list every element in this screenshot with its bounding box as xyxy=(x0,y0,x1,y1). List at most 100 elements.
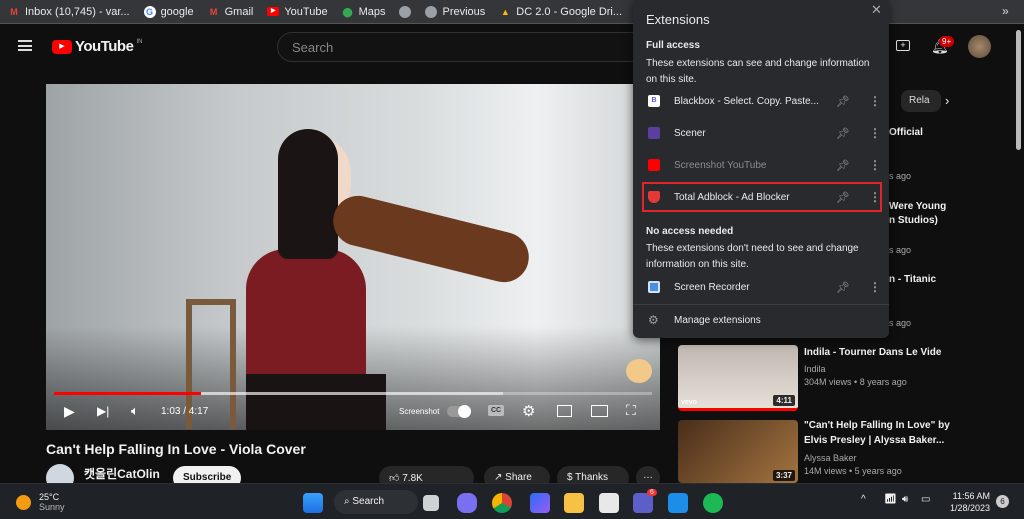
full-access-heading: Full access xyxy=(646,40,700,51)
maps-icon: ⬤ xyxy=(342,6,353,17)
chrome-icon[interactable] xyxy=(492,493,512,513)
sun-icon xyxy=(16,494,31,510)
related-title[interactable]: Official xyxy=(889,127,923,138)
weather-widget[interactable]: 25°C Sunny xyxy=(16,492,65,512)
google-icon: G xyxy=(143,5,156,18)
bookmark-google[interactable]: Ggoogle xyxy=(143,5,194,18)
taskbar: 25°C Sunny ⌕ Search 6 ^ 📶︎ 🔊︎ ▭ 11:56 AM 1… xyxy=(0,483,1024,519)
fullscreen-icon[interactable]: ⛶ xyxy=(626,402,636,419)
related-meta: s ago xyxy=(889,171,912,181)
related-channel: Indila xyxy=(804,364,826,374)
duration-badge: 3:37 xyxy=(772,470,795,481)
teams-badge: 6 xyxy=(647,489,657,496)
start-windows-icon[interactable] xyxy=(303,493,323,513)
miniplayer-icon[interactable] xyxy=(557,405,572,417)
extensions-panel: Extensions ✕ Full access These extension… xyxy=(633,0,889,338)
volume-icon[interactable]: 🔈︎ xyxy=(131,403,139,419)
close-icon[interactable]: ✕ xyxy=(871,2,882,18)
related-title-line2[interactable]: Elvis Presley | Alyssa Baker... xyxy=(804,435,944,446)
more-options-icon[interactable]: ⋮ xyxy=(869,158,881,172)
more-options-icon[interactable]: ⋮ xyxy=(869,126,881,140)
chevron-right-icon[interactable]: › xyxy=(945,93,949,108)
related-title[interactable]: "Can't Help Falling In Love" by xyxy=(804,420,950,431)
battery-icon[interactable]: ▭ xyxy=(921,494,930,505)
pin-icon[interactable]: 📌︎ xyxy=(836,191,850,204)
extension-screen-recorder[interactable]: Screen Recorder 📌︎ ⋮ xyxy=(633,272,889,302)
bookmark-gmail[interactable]: M Gmail xyxy=(208,6,253,18)
related-meta: s ago xyxy=(889,318,912,328)
shield-icon xyxy=(648,191,660,203)
manage-extensions-button[interactable]: ⚙ Manage extensions xyxy=(633,305,889,335)
avatar[interactable] xyxy=(968,35,991,58)
extension-screenshot-youtube[interactable]: Screenshot YouTube 📌︎ ⋮ xyxy=(633,150,889,180)
next-icon[interactable]: ▶| xyxy=(97,404,109,418)
chat-icon[interactable] xyxy=(457,493,477,513)
task-view-icon[interactable] xyxy=(423,495,439,511)
pin-icon[interactable]: 📌︎ xyxy=(836,95,850,108)
spotify-icon[interactable] xyxy=(703,493,723,513)
teams-icon[interactable] xyxy=(633,493,653,513)
notification-count-badge[interactable]: 6 xyxy=(996,495,1009,508)
bookmark-maps[interactable]: ⬤ Maps xyxy=(342,6,386,18)
scrollbar[interactable] xyxy=(1016,30,1021,150)
microsoft-store-icon[interactable] xyxy=(599,493,619,513)
related-title[interactable]: n - Titanic xyxy=(889,274,936,285)
related-thumbnail[interactable]: 3:37 xyxy=(678,420,798,483)
settings-gear-icon[interactable]: ⚙ xyxy=(522,402,535,420)
extensions-title: Extensions xyxy=(646,12,710,27)
played-bar xyxy=(54,392,202,395)
channel-name[interactable]: 캣올린CatOlin xyxy=(84,465,160,482)
chip-related[interactable]: Rela xyxy=(901,90,941,112)
wifi-icon[interactable]: 📶︎ xyxy=(884,494,897,505)
create-video-icon[interactable]: + xyxy=(896,40,910,51)
speaker-icon[interactable]: 🔊︎ xyxy=(902,494,908,505)
drive-icon: ▲ xyxy=(500,6,510,17)
file-explorer-icon[interactable] xyxy=(564,493,584,513)
copilot-icon[interactable] xyxy=(530,493,550,513)
screen-recorder-icon xyxy=(648,281,660,293)
related-meta: 304M views • 8 years ago xyxy=(804,377,907,387)
gmail-icon: M xyxy=(209,6,218,17)
more-options-icon[interactable]: ⋮ xyxy=(869,94,881,108)
pin-icon[interactable]: 📌︎ xyxy=(836,281,850,294)
bookmark-previous[interactable]: Previous xyxy=(425,5,485,18)
video-title: Can't Help Falling In Love - Viola Cover xyxy=(46,441,306,457)
related-title-line2[interactable]: n Studios) xyxy=(889,215,938,226)
time-display: 1:03 / 4:17 xyxy=(161,406,209,417)
extension-total-adblock[interactable]: Total Adblock - Ad Blocker 📌︎ ⋮ xyxy=(633,182,889,212)
screenshot-toggle[interactable] xyxy=(447,405,471,418)
gear-icon: ⚙ xyxy=(648,313,659,327)
no-access-heading: No access needed xyxy=(646,226,734,237)
chevron-up-icon[interactable]: ^ xyxy=(861,494,866,505)
related-title[interactable]: Indila - Tourner Dans Le Vide xyxy=(804,347,941,358)
screenshot-icon xyxy=(648,159,660,171)
menu-icon[interactable] xyxy=(18,40,32,51)
more-options-icon[interactable]: ⋮ xyxy=(869,280,881,294)
video-player[interactable] xyxy=(46,84,660,430)
mail-icon[interactable] xyxy=(668,493,688,513)
bookmarks-overflow-button[interactable]: » xyxy=(1002,4,1009,18)
related-meta: 14M views • 5 years ago xyxy=(804,466,902,476)
play-icon[interactable]: ▶ xyxy=(64,403,75,420)
full-access-description: These extensions can see and change info… xyxy=(646,58,870,85)
bookmark-globe[interactable] xyxy=(399,5,412,18)
scener-icon xyxy=(648,127,660,139)
related-thumbnail[interactable]: vevo 4:11 xyxy=(678,345,798,411)
taskbar-search-button[interactable]: ⌕ Search xyxy=(334,490,418,514)
related-title[interactable]: Were Young xyxy=(889,201,946,212)
theater-mode-icon[interactable] xyxy=(591,405,608,417)
pin-icon[interactable]: 📌︎ xyxy=(836,159,850,172)
clock[interactable]: 11:56 AM 1/28/2023 xyxy=(944,490,990,514)
captions-button[interactable]: CC xyxy=(488,405,505,416)
search-input[interactable]: Search xyxy=(277,32,657,62)
more-options-icon[interactable]: ⋮ xyxy=(869,190,881,204)
screenshot-label: Screenshot xyxy=(399,407,440,416)
bookmark-youtube[interactable]: ▶ YouTube xyxy=(267,6,328,18)
bookmark-inbox[interactable]: M Inbox (10,745) - var... xyxy=(8,6,129,18)
progress-bar[interactable] xyxy=(54,392,652,395)
extension-scener[interactable]: Scener 📌︎ ⋮ xyxy=(633,118,889,148)
pin-icon[interactable]: 📌︎ xyxy=(836,127,850,140)
bookmark-drive[interactable]: ▲ DC 2.0 - Google Dri... xyxy=(499,6,622,18)
youtube-logo[interactable]: ▶ YouTube IN xyxy=(52,38,142,55)
extension-blackbox[interactable]: B Blackbox - Select. Copy. Paste... 📌︎ ⋮ xyxy=(633,86,889,116)
